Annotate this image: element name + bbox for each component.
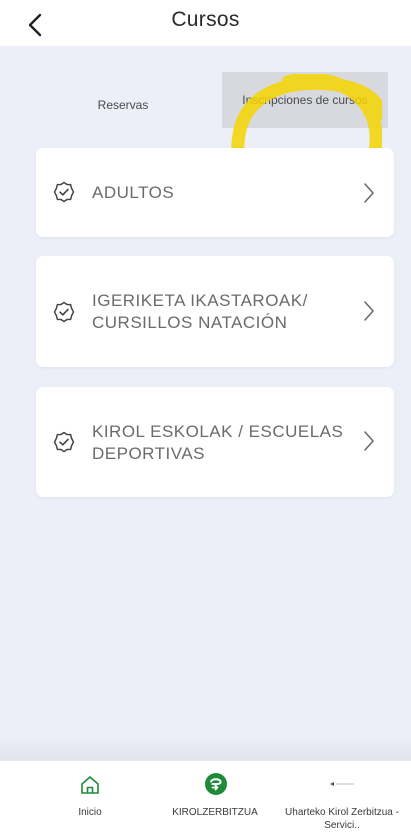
course-card-escuelas-deportivas[interactable]: KIROL ESKOLAK / ESCUELAS DEPORTIVAS (36, 387, 394, 497)
nav-label: Uharteko Kirol Zerbitzua - Servici.. (285, 807, 399, 831)
nav-item-inicio[interactable]: Inicio (55, 761, 125, 833)
main-content: Reservas Inscripciones de cursos ADULTOS… (0, 46, 411, 760)
home-icon (81, 776, 99, 794)
course-label: IGERIKETA IKASTAROAK/ CURSILLOS NATACIÓN (92, 291, 308, 332)
page-title: Cursos (171, 8, 240, 31)
nav-label: KIROLZERBITZUA (172, 807, 258, 818)
chevron-right-icon (364, 183, 374, 203)
uharte-logo-icon (330, 782, 354, 786)
course-card-adultos[interactable]: ADULTOS (36, 148, 394, 237)
chevron-right-icon (364, 431, 374, 451)
course-card-natacion[interactable]: IGERIKETA IKASTAROAK/ CURSILLOS NATACIÓN (36, 256, 394, 367)
badge-check-icon (53, 431, 75, 453)
badge-check-icon (53, 181, 75, 203)
course-label: ADULTOS (92, 183, 175, 202)
tab-inscripciones-de-cursos[interactable]: Inscripciones de cursos (222, 72, 388, 128)
bottom-shadow (0, 738, 411, 762)
app-header: Cursos (0, 0, 411, 46)
chevron-right-icon (364, 301, 374, 321)
nav-label: Inicio (78, 807, 102, 818)
badge-check-icon (53, 301, 75, 323)
nav-item-kirolzerbitzua[interactable]: KIROLZERBITZUA (150, 761, 280, 833)
kirolzerbitzua-logo-icon (205, 773, 227, 795)
bottom-nav: Inicio KIROLZERBITZUA Uharteko Kirol Zer… (0, 760, 411, 833)
course-label: KIROL ESKOLAK / ESCUELAS DEPORTIVAS (92, 422, 344, 463)
tab-reservas[interactable]: Reservas (30, 86, 216, 124)
nav-item-uharteko-kirol-zerbitzua[interactable]: Uharteko Kirol Zerbitzua - Servici.. (282, 761, 402, 833)
